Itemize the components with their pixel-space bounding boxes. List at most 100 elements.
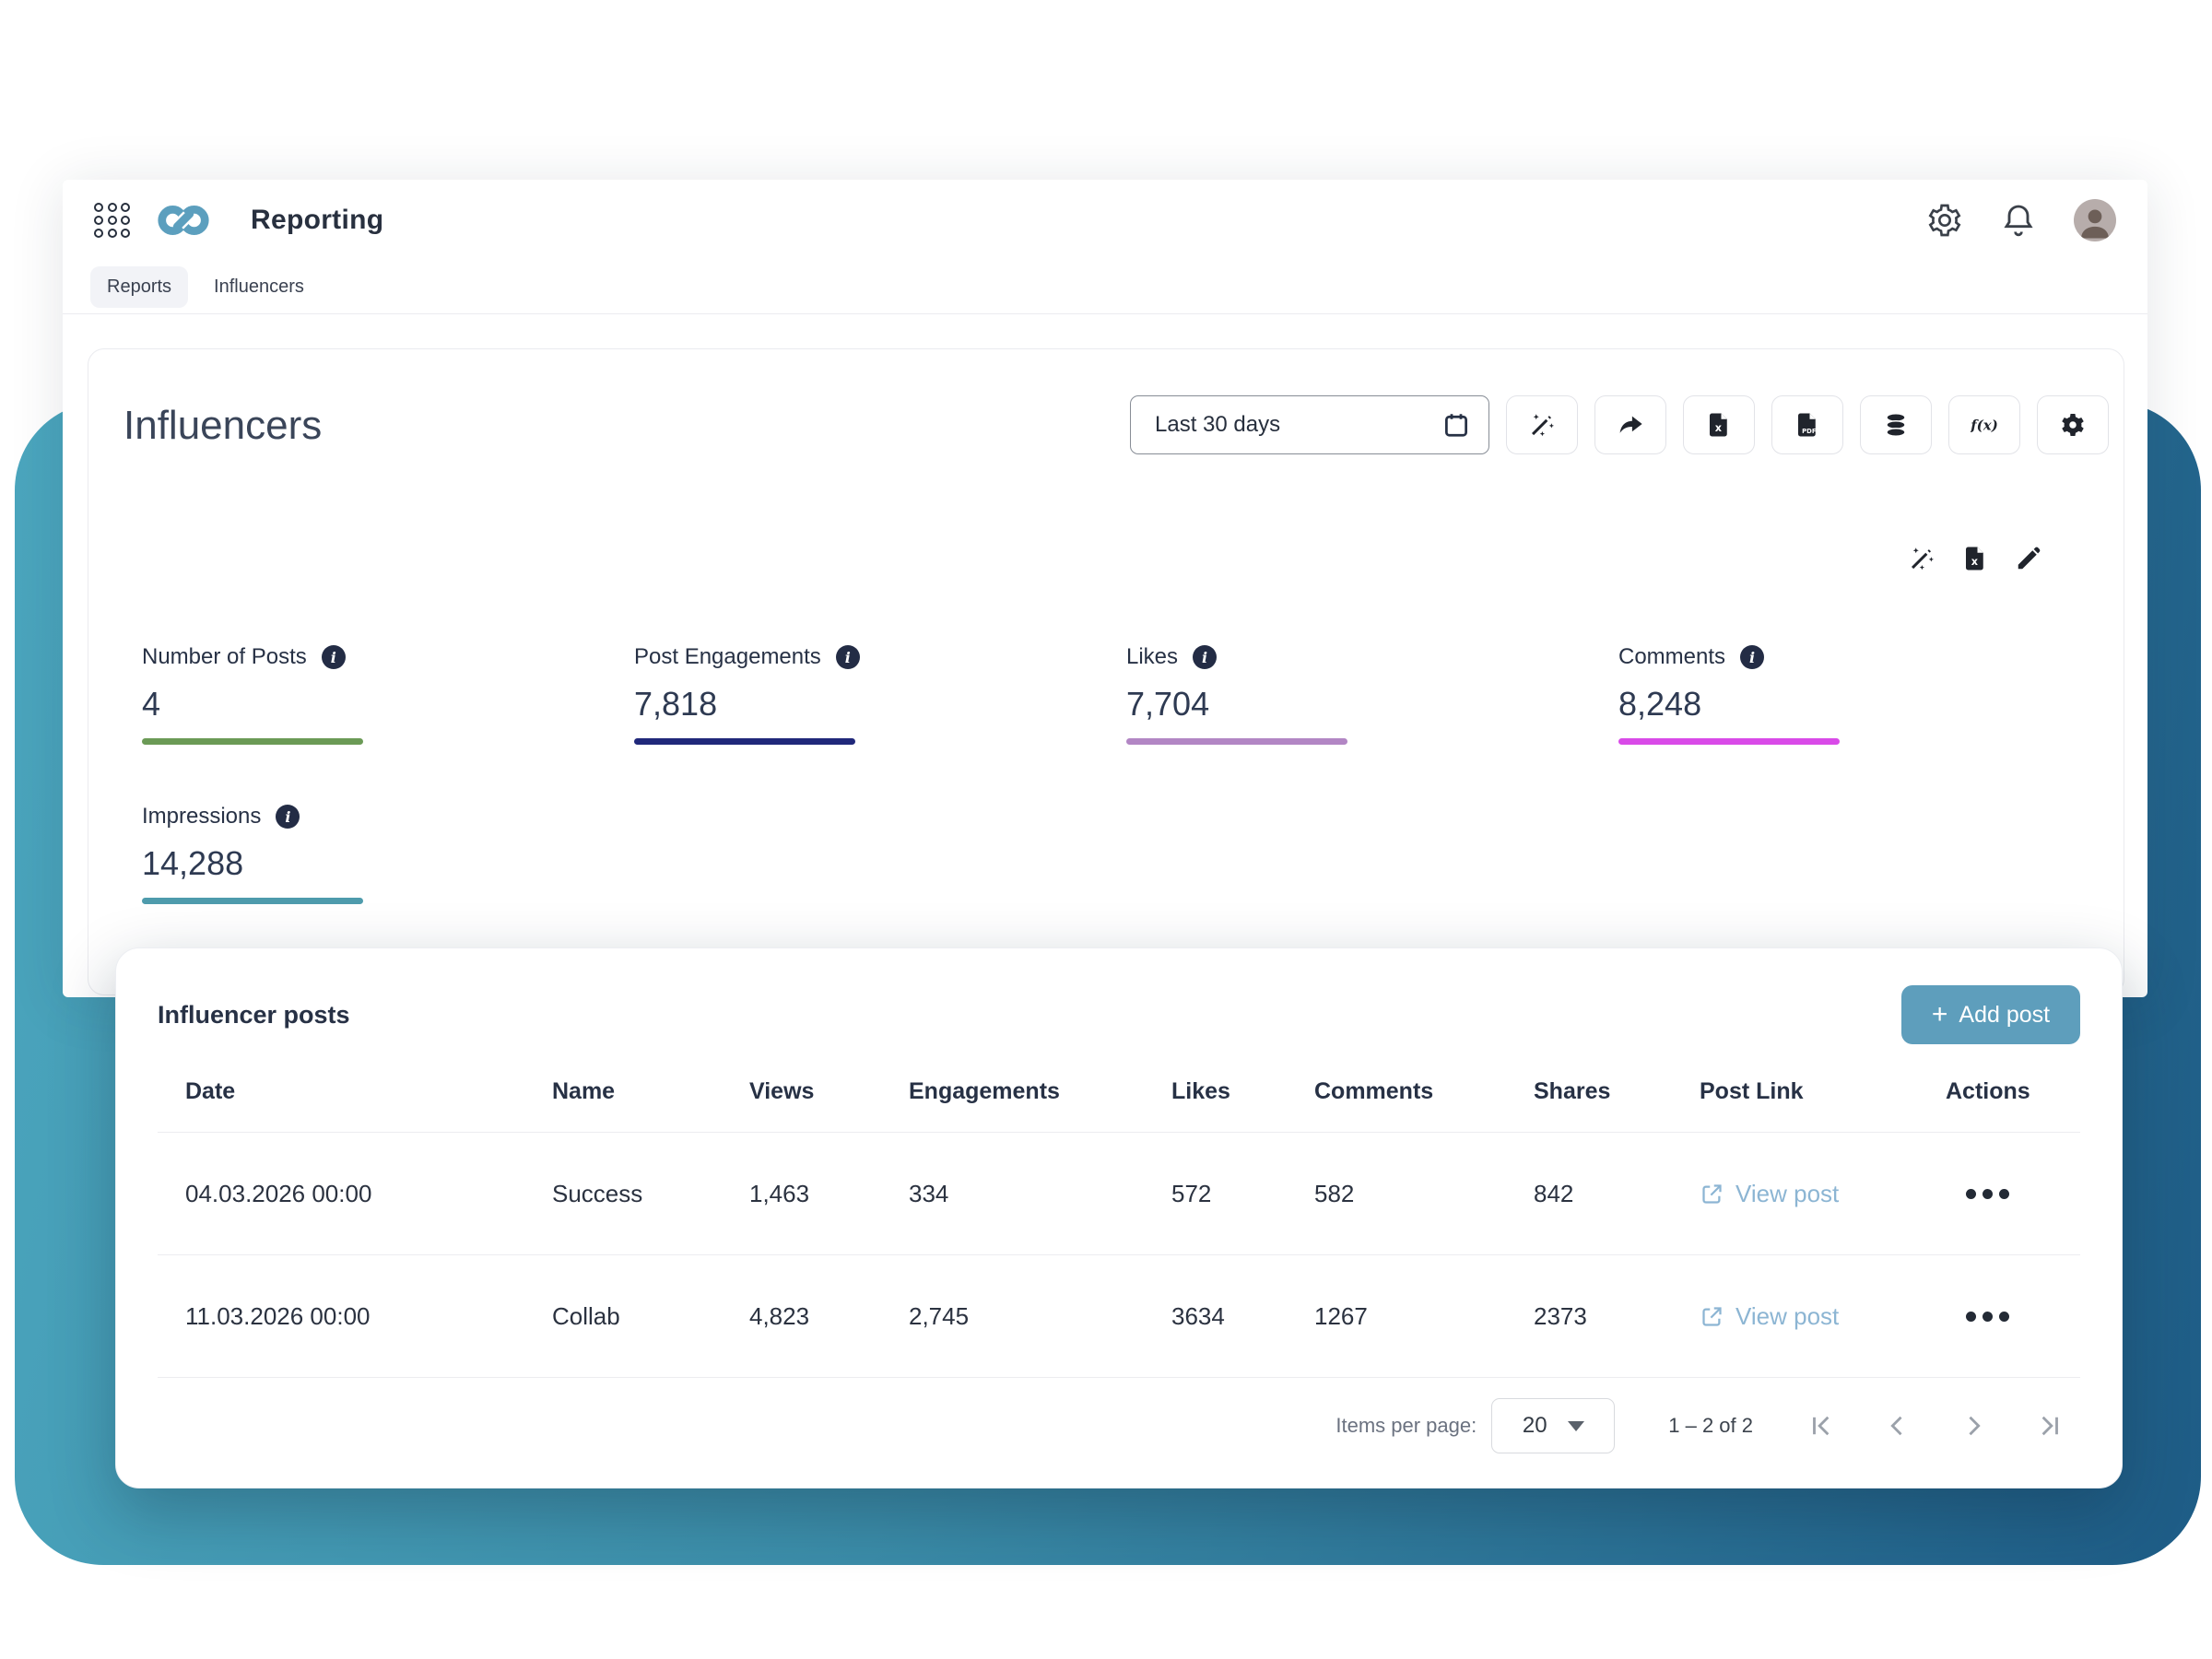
cell-comments: 1267 bbox=[1314, 1302, 1534, 1331]
previous-page-icon[interactable] bbox=[1882, 1410, 1913, 1441]
col-header-views: Views bbox=[749, 1078, 909, 1105]
magic-wand-button[interactable] bbox=[1506, 395, 1578, 454]
last-page-icon[interactable] bbox=[2033, 1410, 2065, 1441]
widget-edit-pencil-icon[interactable] bbox=[2015, 545, 2042, 572]
posts-card-header: Influencer posts + Add post bbox=[116, 948, 2122, 1044]
next-page-icon[interactable] bbox=[1958, 1410, 1989, 1441]
svg-text:PDF: PDF bbox=[1802, 428, 1817, 435]
metric-accent-bar bbox=[142, 738, 363, 745]
col-header-name: Name bbox=[552, 1078, 749, 1105]
metric-impressions: Impressions i 14,288 bbox=[142, 804, 634, 904]
cell-name: Success bbox=[552, 1180, 749, 1208]
col-header-actions: Actions bbox=[1946, 1078, 2080, 1105]
cell-engagements: 2,745 bbox=[909, 1302, 1171, 1331]
metric-value: 8,248 bbox=[1618, 685, 2111, 724]
notifications-bell-icon[interactable] bbox=[2000, 202, 2037, 239]
cell-date: 11.03.2026 00:00 bbox=[185, 1302, 552, 1331]
cell-shares: 842 bbox=[1534, 1180, 1700, 1208]
items-per-page-select[interactable]: 20 bbox=[1491, 1398, 1615, 1453]
share-arrow-icon bbox=[1617, 411, 1644, 439]
items-per-page-label: Items per page: bbox=[1335, 1414, 1477, 1438]
settings-gear-icon[interactable] bbox=[1926, 202, 1963, 239]
table-pagination: Items per page: 20 1 – 2 of 2 bbox=[116, 1378, 2122, 1474]
view-post-label: View post bbox=[1735, 1180, 1839, 1208]
metric-label: Likes bbox=[1126, 644, 1178, 670]
metric-label: Impressions bbox=[142, 804, 261, 830]
metric-likes: Likes i 7,704 bbox=[1126, 644, 1618, 745]
share-button[interactable] bbox=[1594, 395, 1666, 454]
page-title: Reporting bbox=[251, 205, 383, 236]
row-actions-menu-icon[interactable] bbox=[1946, 1312, 2080, 1322]
breadcrumb-item-reports[interactable]: Reports bbox=[90, 266, 188, 308]
table-header-row: Date Name Views Engagements Likes Commen… bbox=[158, 1052, 2080, 1133]
brand-logo-icon[interactable] bbox=[155, 202, 212, 239]
view-post-link[interactable]: View post bbox=[1700, 1302, 1946, 1331]
gear-solid-icon bbox=[2059, 411, 2087, 439]
add-post-button[interactable]: + Add post bbox=[1901, 985, 2080, 1044]
plus-icon: + bbox=[1932, 1001, 1948, 1029]
table-row: 04.03.2026 00:00 Success 1,463 334 572 5… bbox=[158, 1133, 2080, 1255]
info-icon[interactable]: i bbox=[836, 645, 860, 669]
metric-value: 7,818 bbox=[634, 685, 1126, 724]
breadcrumb-item-influencers[interactable]: Influencers bbox=[197, 266, 321, 308]
calendar-icon bbox=[1442, 411, 1470, 439]
cell-engagements: 334 bbox=[909, 1180, 1171, 1208]
page: Reporting Reports bbox=[0, 0, 2212, 1659]
metric-accent-bar bbox=[142, 898, 363, 904]
metric-accent-bar bbox=[1126, 738, 1347, 745]
col-header-date: Date bbox=[185, 1078, 552, 1105]
metric-label: Comments bbox=[1618, 644, 1725, 670]
view-post-label: View post bbox=[1735, 1302, 1839, 1331]
metric-label: Post Engagements bbox=[634, 644, 821, 670]
breadcrumb: Reports Influencers bbox=[63, 260, 2147, 314]
magic-wand-icon bbox=[1528, 411, 1556, 439]
user-avatar[interactable] bbox=[2074, 199, 2116, 241]
posts-card-title: Influencer posts bbox=[158, 1001, 350, 1030]
report-title: Influencers bbox=[124, 403, 322, 449]
svg-text:x: x bbox=[1715, 422, 1723, 434]
database-icon bbox=[1882, 411, 1910, 439]
cell-views: 4,823 bbox=[749, 1302, 909, 1331]
report-settings-button[interactable] bbox=[2037, 395, 2109, 454]
formula-fx-icon: f(x) bbox=[1971, 411, 1998, 439]
widget-magic-wand-icon[interactable] bbox=[1908, 545, 1936, 572]
cell-date: 04.03.2026 00:00 bbox=[185, 1180, 552, 1208]
pagination-controls bbox=[1806, 1410, 2065, 1441]
influencers-report-card: Influencers Last 30 days bbox=[88, 348, 2124, 995]
col-header-comments: Comments bbox=[1314, 1078, 1534, 1105]
export-excel-button[interactable]: x bbox=[1683, 395, 1755, 454]
date-range-value: Last 30 days bbox=[1155, 412, 1280, 438]
metric-number-of-posts: Number of Posts i 4 bbox=[142, 644, 634, 745]
info-icon[interactable]: i bbox=[276, 805, 300, 829]
external-link-icon bbox=[1700, 1182, 1724, 1206]
widget-excel-file-icon[interactable]: x bbox=[1961, 545, 1989, 572]
external-link-icon bbox=[1700, 1304, 1724, 1329]
metric-accent-bar bbox=[634, 738, 855, 745]
col-header-shares: Shares bbox=[1534, 1078, 1700, 1105]
app-launcher-grid-icon[interactable] bbox=[94, 203, 131, 238]
cell-shares: 2373 bbox=[1534, 1302, 1700, 1331]
export-pdf-button[interactable]: PDF bbox=[1771, 395, 1843, 454]
info-icon[interactable]: i bbox=[1193, 645, 1217, 669]
col-header-post-link: Post Link bbox=[1700, 1078, 1946, 1105]
metrics-grid: Number of Posts i 4 Post Engagements i 7… bbox=[142, 644, 2111, 904]
widget-actions: x bbox=[1908, 545, 2042, 572]
metric-comments: Comments i 8,248 bbox=[1618, 644, 2111, 745]
database-button[interactable] bbox=[1860, 395, 1932, 454]
excel-file-icon: x bbox=[1705, 411, 1733, 439]
first-page-icon[interactable] bbox=[1806, 1410, 1838, 1441]
formula-button[interactable]: f(x) bbox=[1948, 395, 2020, 454]
cell-name: Collab bbox=[552, 1302, 749, 1331]
row-actions-menu-icon[interactable] bbox=[1946, 1189, 2080, 1199]
app-window: Reporting Reports bbox=[63, 180, 2147, 997]
view-post-link[interactable]: View post bbox=[1700, 1180, 1946, 1208]
cell-comments: 582 bbox=[1314, 1180, 1534, 1208]
svg-text:x: x bbox=[1971, 556, 1979, 568]
date-range-picker[interactable]: Last 30 days bbox=[1130, 395, 1489, 454]
table-row: 11.03.2026 00:00 Collab 4,823 2,745 3634… bbox=[158, 1255, 2080, 1378]
metric-value: 4 bbox=[142, 685, 634, 724]
info-icon[interactable]: i bbox=[322, 645, 346, 669]
pagination-range: 1 – 2 of 2 bbox=[1668, 1414, 1753, 1438]
top-bar: Reporting bbox=[63, 180, 2147, 260]
info-icon[interactable]: i bbox=[1740, 645, 1764, 669]
